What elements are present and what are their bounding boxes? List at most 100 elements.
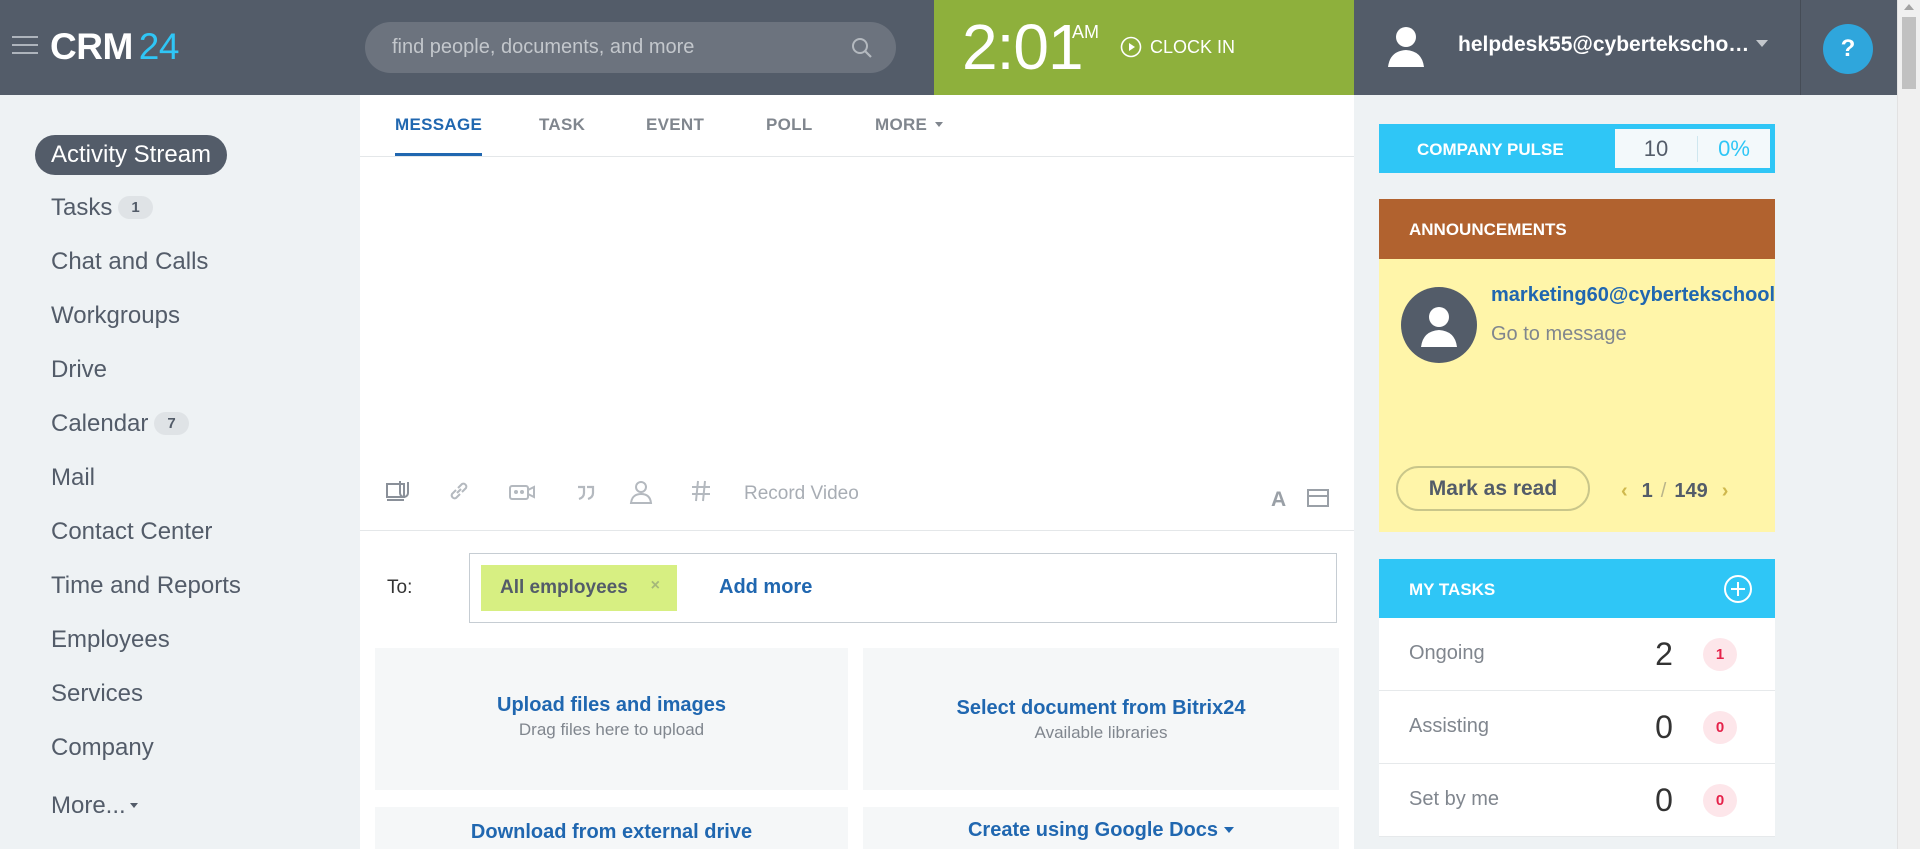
menu-burger-icon[interactable] [12,36,38,56]
post-composer: MESSAGE TASK EVENT POLL MORE Record Vide… [360,95,1354,849]
pager-current: 1 [1641,480,1653,502]
header-divider [1800,0,1801,95]
editor-toggle-icon[interactable] [1306,487,1330,509]
task-row-count: 0 [1655,782,1673,818]
mark-as-read-button[interactable]: Mark as read [1396,466,1590,511]
task-row-label: Assisting [1409,715,1490,737]
external-drive-tile[interactable]: Download from external drive [375,807,848,849]
clock-in-label: CLOCK IN [1150,36,1236,57]
editor-toolbar: Record Video A [360,457,1354,531]
pulse-values: 10 0% [1615,129,1770,168]
search-icon[interactable] [850,36,874,60]
clock-time: 2:01 [962,11,1084,83]
pulse-value: 10 [1615,135,1698,162]
top-header: CRM24 2:01 AM CLOCK IN helpdesk55@cybert… [0,0,1920,95]
menu-item-label: Services [51,680,144,707]
announcement-card: marketing60@cybertekschool.com Go to mes… [1379,259,1775,532]
my-tasks-header: MY TASKS [1379,559,1775,618]
pager-total: 149 [1674,480,1708,502]
select-document-tile[interactable]: Select document from Bitrix24 Available … [863,648,1339,790]
tab-message[interactable]: MESSAGE [395,115,483,156]
pager-separator: / [1660,480,1667,502]
tab-event[interactable]: EVENT [646,115,704,153]
user-email: helpdesk55@cybertekschool.com [1458,33,1750,56]
mention-icon[interactable] [628,479,654,505]
tile-subtitle: Drag files here to upload [518,720,705,739]
search-input[interactable] [365,22,896,73]
menu-item-activity-stream[interactable]: Activity Stream [35,135,228,175]
menu-item-chat-calls[interactable]: Chat and Calls [35,242,224,282]
user-menu[interactable]: helpdesk55@cybertekschool.com [1354,0,1800,95]
tile-title: Download from external drive [470,821,753,843]
menu-item-tasks[interactable]: Tasks 1 [35,188,169,228]
tile-title: Upload files and images [497,694,726,716]
menu-item-employees[interactable]: Employees [35,620,186,660]
tab-poll[interactable]: POLL [766,115,813,153]
author-avatar-icon [1401,287,1477,363]
clock-in-button[interactable]: CLOCK IN [1120,36,1235,58]
recipient-chip[interactable]: All employees × [481,565,677,611]
menu-item-label: Time and Reports [51,572,241,599]
menu-item-label: Mail [51,464,96,491]
clock-ampm: AM [1072,22,1099,42]
menu-item-drive[interactable]: Drive [35,350,123,390]
announcements-header: ANNOUNCEMENTS [1379,199,1775,259]
menu-item-label: Chat and Calls [51,248,209,275]
company-pulse-widget[interactable]: COMPANY PULSE 10 0% [1379,124,1775,173]
record-video-button[interactable]: Record Video [744,483,859,505]
menu-item-services[interactable]: Services [35,674,159,714]
play-circle-icon [1120,36,1142,58]
menu-item-mail[interactable]: Mail [35,458,111,498]
quote-icon[interactable] [575,479,597,503]
attach-file-icon[interactable] [385,479,413,503]
chevron-down-icon[interactable] [1756,40,1768,48]
app-logo[interactable]: CRM 24 [50,26,179,68]
company-pulse-label: COMPANY PULSE [1417,140,1564,159]
add-more-link[interactable]: Add more [719,576,812,599]
menu-item-company[interactable]: Company [35,728,170,768]
recipients-field[interactable]: All employees × Add more [469,553,1337,623]
menu-item-label: Company [51,734,154,761]
chevron-down-icon [1224,827,1235,833]
video-icon[interactable] [508,479,536,503]
my-tasks-label: MY TASKS [1409,580,1496,599]
google-docs-tile[interactable]: Create using Google Docs [863,807,1339,849]
add-task-icon[interactable] [1723,574,1753,604]
search-box[interactable] [365,22,896,73]
scrollbar-thumb[interactable] [1902,17,1916,89]
menu-item-more[interactable]: More... [35,786,154,826]
task-row-ongoing[interactable]: Ongoing 2 1 [1379,618,1775,691]
chevron-left-icon[interactable]: ‹ [1621,480,1628,503]
upload-files-tile[interactable]: Upload files and images Drag files here … [375,648,848,790]
hashtag-icon[interactable] [690,479,712,503]
message-editor[interactable] [360,157,1354,457]
menu-item-contact-center[interactable]: Contact Center [35,512,228,552]
menu-item-time-reports[interactable]: Time and Reports [35,566,257,606]
close-icon[interactable]: × [651,577,660,595]
chevron-right-icon[interactable]: › [1722,480,1729,503]
announcements-label: ANNOUNCEMENTS [1409,220,1567,239]
menu-item-label: Calendar [51,410,149,437]
link-icon[interactable] [447,479,471,503]
menu-item-label: Employees [51,626,170,653]
menu-item-workgroups[interactable]: Workgroups [35,296,196,336]
recipients-row: To: All employees × Add more [360,531,1354,631]
task-row-label: Set by me [1409,788,1500,810]
page-scrollbar[interactable] [1897,0,1920,849]
tab-more[interactable]: MORE [875,115,944,153]
logo-main: CRM [50,26,133,67]
scroll-up-arrow-icon[interactable] [1904,4,1914,10]
help-button[interactable]: ? [1823,24,1873,74]
logo-number: 24 [138,26,180,67]
task-row-assisting[interactable]: Assisting 0 0 [1379,691,1775,764]
to-label: To: [387,577,413,598]
menu-item-label: Contact Center [51,518,213,545]
menu-item-calendar[interactable]: Calendar 7 [35,404,205,444]
task-row-set-by-me[interactable]: Set by me 0 0 [1379,764,1775,837]
menu-item-label: More... [51,792,126,819]
go-to-message-link[interactable]: Go to message [1491,323,1627,346]
composer-tabs: MESSAGE TASK EVENT POLL MORE [360,95,1354,157]
text-format-icon[interactable]: A [1269,487,1291,509]
announcement-author-link[interactable]: marketing60@cybertekschool.com [1491,284,1775,307]
tab-task[interactable]: TASK [539,115,585,153]
